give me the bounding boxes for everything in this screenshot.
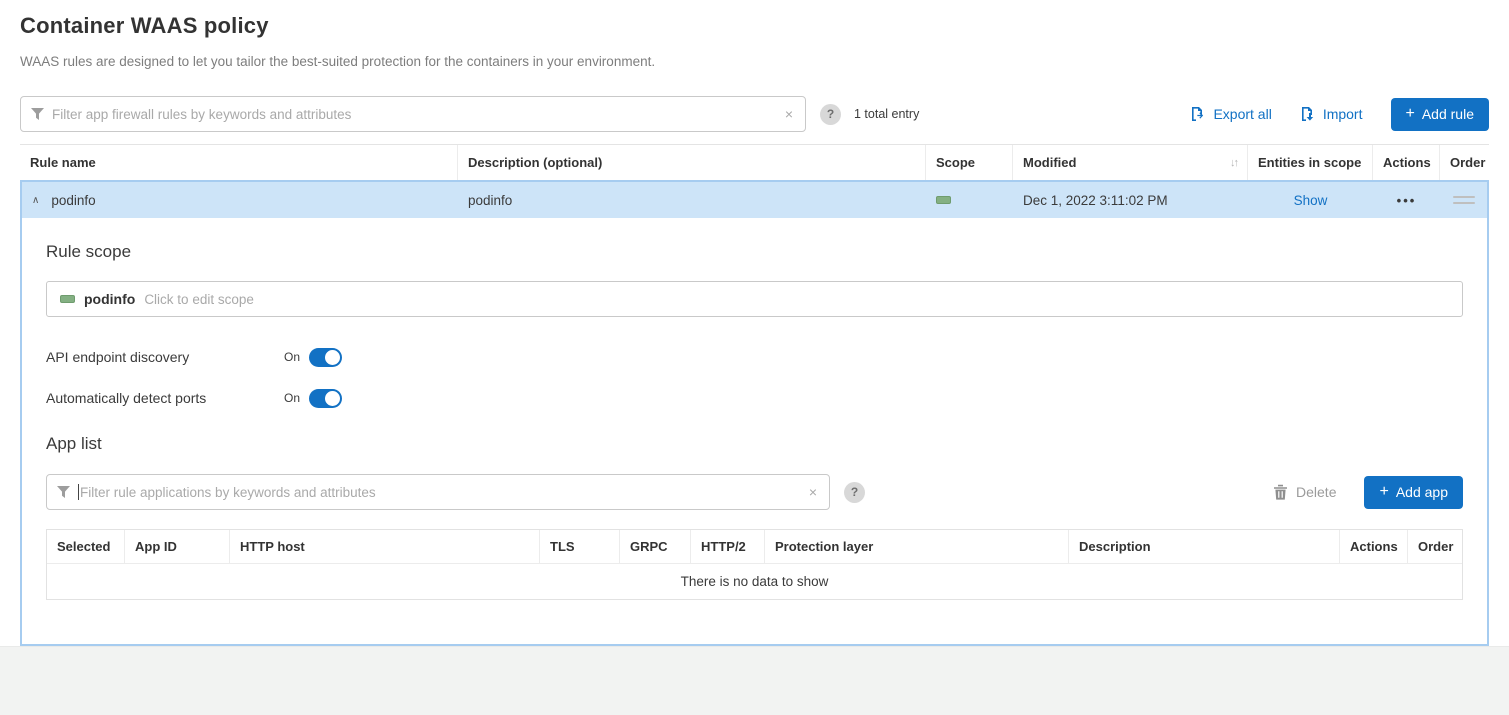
toggle-state-label: On <box>284 350 300 364</box>
col-app-actions: Actions <box>1340 530 1408 563</box>
col-http2: HTTP/2 <box>691 530 765 563</box>
trash-icon <box>1273 484 1288 500</box>
text-caret <box>78 484 79 500</box>
rule-name: podinfo <box>51 193 95 208</box>
rules-toolbar: × ? 1 total entry Export all Import + Ad… <box>20 96 1489 132</box>
auto-detect-ports-label: Automatically detect ports <box>46 390 284 406</box>
toolbar-actions: Export all Import + Add rule <box>1190 98 1489 131</box>
page-background <box>0 646 1509 715</box>
drag-handle-icon[interactable] <box>1453 196 1475 204</box>
table-row[interactable]: ∧ podinfo podinfo Dec 1, 2022 3:11:02 PM… <box>22 182 1487 218</box>
entities-in-scope-cell: Show <box>1248 193 1373 208</box>
col-order: Order <box>1440 145 1489 180</box>
panel-bottom-space <box>46 600 1463 644</box>
export-all-button[interactable]: Export all <box>1190 106 1271 122</box>
app-filter-box[interactable]: × <box>46 474 830 510</box>
help-icon[interactable]: ? <box>820 104 841 125</box>
show-entities-link[interactable]: Show <box>1294 193 1328 208</box>
col-scope: Scope <box>926 145 1013 180</box>
total-entries-label: 1 total entry <box>854 107 919 121</box>
import-icon <box>1300 106 1316 122</box>
toggle-knob <box>325 350 340 365</box>
toggle-knob <box>325 391 340 406</box>
row-actions-menu-icon[interactable]: ••• <box>1397 193 1417 208</box>
api-endpoint-discovery-label: API endpoint discovery <box>46 349 284 365</box>
clear-filter-icon[interactable]: × <box>783 106 795 122</box>
rule-scope-editor[interactable]: podinfo Click to edit scope <box>46 281 1463 317</box>
container-waas-policy-page: Container WAAS policy WAAS rules are des… <box>0 0 1509 715</box>
add-app-label: Add app <box>1396 484 1448 500</box>
filter-funnel-icon <box>31 108 44 120</box>
col-modified[interactable]: Modified ↓↑ <box>1013 145 1248 180</box>
help-icon[interactable]: ? <box>844 482 865 503</box>
app-filter-input[interactable] <box>80 485 807 500</box>
rule-order-cell <box>1440 196 1487 204</box>
app-toolbar-actions: Delete + Add app <box>1273 476 1463 509</box>
rule-scope-cell <box>926 196 1013 204</box>
col-grpc: GRPC <box>620 530 691 563</box>
col-actions: Actions <box>1373 145 1440 180</box>
delete-app-button[interactable]: Delete <box>1273 484 1336 500</box>
rule-description-cell: podinfo <box>458 193 926 208</box>
delete-label: Delete <box>1296 484 1336 500</box>
scope-value: podinfo <box>84 291 135 307</box>
add-rule-label: Add rule <box>1422 106 1474 122</box>
collection-chip-icon <box>936 196 951 204</box>
page-subtitle: WAAS rules are designed to let you tailo… <box>20 54 1489 69</box>
col-entities-in-scope: Entities in scope <box>1248 145 1373 180</box>
app-list-table: Selected App ID HTTP host TLS GRPC HTTP/… <box>46 529 1463 600</box>
col-protection-layer: Protection layer <box>765 530 1069 563</box>
empty-table-message: There is no data to show <box>47 564 1462 600</box>
import-button[interactable]: Import <box>1300 106 1363 122</box>
page-header: Container WAAS policy WAAS rules are des… <box>0 0 1509 69</box>
rule-detail-body: Rule scope podinfo Click to edit scope A… <box>22 218 1487 644</box>
api-endpoint-discovery-row: API endpoint discovery On <box>46 347 1463 367</box>
col-description[interactable]: Description (optional) <box>458 145 926 180</box>
clear-filter-icon[interactable]: × <box>807 484 819 500</box>
plus-icon: + <box>1406 106 1415 122</box>
rules-filter-input[interactable] <box>52 107 783 122</box>
expanded-rule-panel: ∧ podinfo podinfo Dec 1, 2022 3:11:02 PM… <box>20 180 1489 646</box>
rule-modified-cell: Dec 1, 2022 3:11:02 PM <box>1013 193 1248 208</box>
export-icon <box>1190 106 1206 122</box>
col-rule-name[interactable]: Rule name <box>20 145 458 180</box>
plus-icon: + <box>1379 484 1388 500</box>
rule-name-cell[interactable]: ∧ podinfo <box>22 193 458 208</box>
app-list-toolbar: × ? Delete + Add app <box>46 474 1463 510</box>
add-rule-button[interactable]: + Add rule <box>1391 98 1490 131</box>
col-tls: TLS <box>540 530 620 563</box>
page-title: Container WAAS policy <box>20 13 1489 39</box>
col-app-order: Order <box>1408 530 1466 563</box>
rule-scope-title: Rule scope <box>46 242 1463 262</box>
sort-icon[interactable]: ↓↑ <box>1230 157 1237 169</box>
app-list-title: App list <box>46 434 1463 454</box>
col-app-description: Description <box>1069 530 1340 563</box>
auto-detect-ports-row: Automatically detect ports On <box>46 388 1463 408</box>
col-http-host: HTTP host <box>230 530 540 563</box>
filter-funnel-icon <box>57 486 70 498</box>
rule-actions-cell: ••• <box>1373 193 1440 208</box>
api-endpoint-discovery-toggle[interactable] <box>309 348 342 367</box>
toggle-state-label: On <box>284 391 300 405</box>
rules-filter-box[interactable]: × <box>20 96 806 132</box>
col-selected: Selected <box>47 530 125 563</box>
export-all-label: Export all <box>1213 106 1271 122</box>
scope-edit-placeholder: Click to edit scope <box>144 292 254 307</box>
rules-table-header: Rule name Description (optional) Scope M… <box>20 144 1489 180</box>
auto-detect-ports-toggle[interactable] <box>309 389 342 408</box>
import-label: Import <box>1323 106 1363 122</box>
collapse-chevron-icon[interactable]: ∧ <box>32 195 39 206</box>
col-app-id: App ID <box>125 530 230 563</box>
collection-chip-icon <box>60 295 75 303</box>
app-table-header: Selected App ID HTTP host TLS GRPC HTTP/… <box>47 530 1462 564</box>
add-app-button[interactable]: + Add app <box>1364 476 1463 509</box>
